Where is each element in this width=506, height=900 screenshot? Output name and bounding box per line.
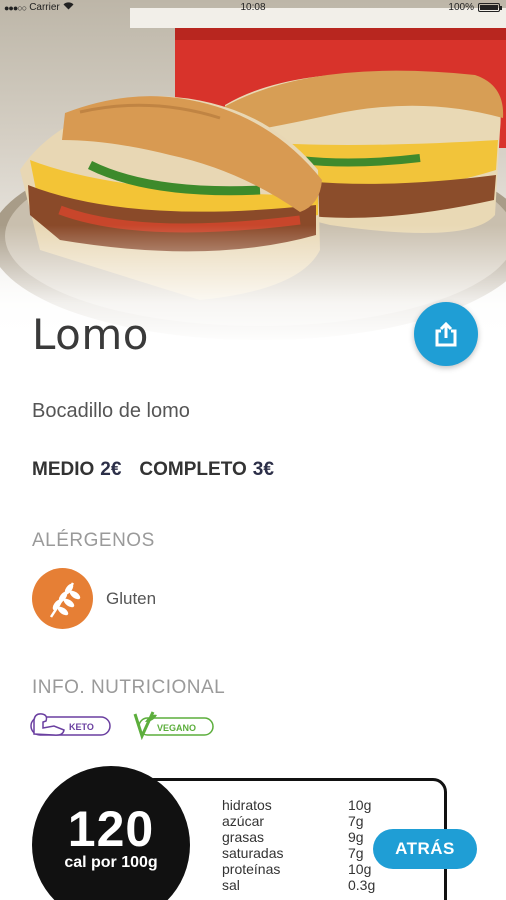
status-time: 10:08: [240, 2, 266, 13]
nutrition-heading: INFO. NUTRICIONAL: [32, 677, 226, 698]
nutrition-row: sal 0.3g: [222, 877, 388, 893]
share-button[interactable]: [414, 302, 478, 366]
allergens-heading: ALÉRGENOS: [32, 530, 155, 551]
allergen-label: Gluten: [106, 588, 157, 608]
keto-label: KETO: [69, 722, 94, 732]
nutrition-table: hidratos 10g azúcar 7g grasas 9g saturad…: [222, 797, 388, 893]
vegan-v-icon: VEGANO: [133, 711, 214, 740]
nutrient-value: 7g: [348, 813, 364, 829]
nutrient-name: azúcar: [222, 813, 265, 829]
battery-icon: [478, 3, 502, 12]
keto-badge: KETO: [30, 710, 112, 740]
product-description: Bocadillo de lomo: [32, 400, 190, 422]
share-icon: [435, 321, 457, 347]
price-medio: MEDIO 2€: [32, 459, 121, 481]
nutrient-value: 10g: [348, 797, 372, 813]
allergen-item-gluten: Gluten: [32, 568, 156, 629]
vegano-label: VEGANO: [157, 723, 196, 733]
price-list: MEDIO 2€ COMPLETO 3€: [32, 459, 274, 481]
nutrient-name: sal: [222, 877, 240, 893]
sandwich-photo: [0, 0, 506, 345]
price-label: MEDIO: [32, 459, 95, 480]
nutrient-name: proteínas: [222, 861, 281, 877]
price-completo: COMPLETO 3€: [139, 459, 273, 481]
vegano-badge: VEGANO: [133, 710, 215, 740]
price-amount: 2€: [100, 459, 122, 480]
nutrition-row: grasas 9g: [222, 829, 388, 845]
price-amount: 3€: [252, 459, 274, 480]
product-title: Lomo: [32, 310, 149, 359]
nutrition-row: saturadas 7g: [222, 845, 388, 861]
nutrition-row: azúcar 7g: [222, 813, 388, 829]
status-right: 100%: [448, 2, 502, 13]
status-bar: ●●●○○ Carrier 10:08 100%: [0, 0, 506, 16]
calories-value: 120: [67, 801, 155, 857]
price-label: COMPLETO: [139, 459, 247, 480]
nutrition-row: hidratos 10g: [222, 797, 388, 813]
keto-arm-icon: KETO: [30, 713, 111, 736]
wheat-icon: [32, 568, 93, 629]
battery-percent: 100%: [448, 2, 474, 13]
nutrient-name: hidratos: [222, 797, 272, 813]
nutrient-name: grasas: [222, 829, 265, 845]
calories-unit: cal por 100g: [64, 854, 158, 871]
nutrient-value: 0.3g: [348, 877, 376, 893]
nutrition-row: proteínas 10g: [222, 861, 388, 877]
nutrient-name: saturadas: [222, 845, 284, 861]
back-button[interactable]: ATRÁS: [373, 829, 477, 869]
